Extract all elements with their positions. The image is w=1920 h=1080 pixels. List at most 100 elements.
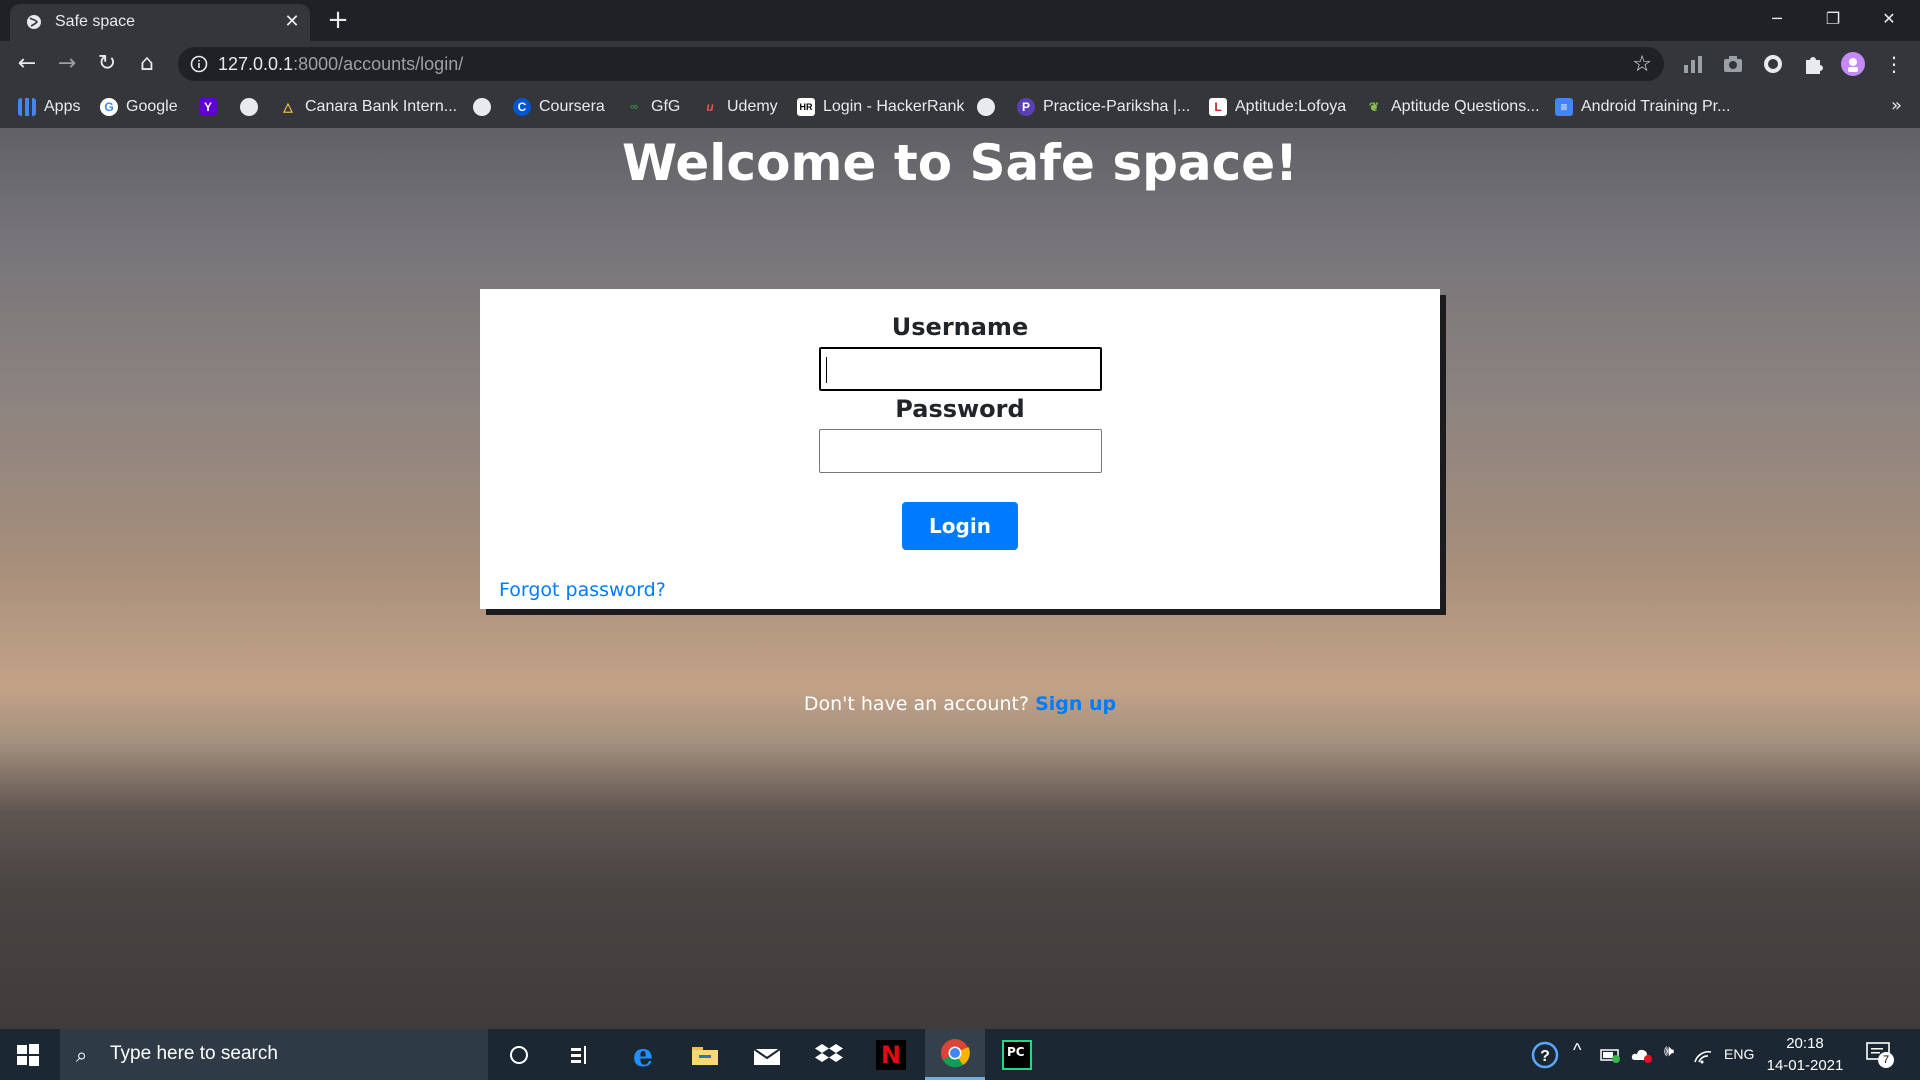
signup-prompt: Don't have an account? Sign up xyxy=(0,693,1920,715)
reload-button[interactable]: ↻ xyxy=(91,48,123,80)
mail-icon[interactable] xyxy=(738,1029,796,1080)
back-button[interactable]: ← xyxy=(11,48,43,80)
new-tab-button[interactable]: + xyxy=(325,7,351,34)
username-input[interactable] xyxy=(819,347,1102,391)
wifi-icon[interactable] xyxy=(1693,1046,1713,1064)
search-placeholder: Type here to search xyxy=(110,1043,278,1064)
menu-kebab-icon[interactable]: ⋮ xyxy=(1878,48,1910,80)
bookmark-lofoya[interactable]: L Aptitude:Lofoya xyxy=(1209,95,1346,119)
address-bar[interactable]: 127.0.0.1:8000/accounts/login/ ☆ xyxy=(178,47,1664,81)
username-label: Username xyxy=(891,313,1029,341)
record-extension-icon[interactable] xyxy=(1760,51,1786,77)
info-icon[interactable] xyxy=(190,55,208,73)
chrome-icon[interactable] xyxy=(925,1029,985,1080)
bookmark-yahoo[interactable]: Y xyxy=(199,95,225,119)
url-path: :8000/accounts/login/ xyxy=(293,54,464,74)
login-button[interactable]: Login xyxy=(902,502,1018,550)
yahoo-icon: Y xyxy=(199,98,217,116)
google-icon: G xyxy=(100,98,118,116)
globe-icon xyxy=(27,15,41,29)
dropbox-icon[interactable] xyxy=(800,1029,858,1080)
bookmark-label: Udemy xyxy=(727,98,778,115)
language-indicator[interactable]: ENG xyxy=(1724,1046,1754,1062)
chevron-up-icon[interactable]: ^ xyxy=(1573,1040,1581,1061)
bookmark-label: Coursera xyxy=(539,98,605,115)
bookmark-pariksha[interactable]: P Practice-Pariksha |... xyxy=(1017,95,1190,119)
clock[interactable]: 20:18 14-01-2021 xyxy=(1765,1033,1845,1077)
clock-date: 14-01-2021 xyxy=(1766,1057,1844,1074)
password-label: Password xyxy=(895,395,1025,423)
apps-grid-icon xyxy=(18,98,36,116)
more-bookmarks-button[interactable]: » xyxy=(1891,95,1902,116)
bookmark-gfg[interactable]: ∞ GfG xyxy=(625,95,680,119)
edge-icon[interactable]: e xyxy=(614,1029,672,1080)
globe-icon xyxy=(977,98,995,116)
battery-icon[interactable] xyxy=(1600,1046,1622,1064)
taskbar-search[interactable]: ⌕ Type here to search xyxy=(60,1029,488,1080)
url-host: 127.0.0.1 xyxy=(218,54,294,74)
bookmark-label: GfG xyxy=(651,98,681,115)
page-title: Welcome to Safe space! xyxy=(622,134,1298,192)
bookmark-globe[interactable] xyxy=(977,95,1003,119)
globe-icon xyxy=(240,98,258,116)
camera-icon[interactable] xyxy=(1720,51,1746,77)
bookmark-label: Practice-Pariksha |... xyxy=(1043,98,1191,115)
netflix-icon[interactable]: N xyxy=(862,1029,920,1080)
signup-link[interactable]: Sign up xyxy=(1035,693,1116,715)
pariksha-icon: P xyxy=(1017,98,1035,116)
task-view-icon[interactable] xyxy=(551,1029,609,1080)
bookmark-aptitude-questions[interactable]: ❦ Aptitude Questions... xyxy=(1365,95,1540,119)
password-input[interactable] xyxy=(819,429,1102,473)
url-text: 127.0.0.1:8000/accounts/login/ xyxy=(218,54,463,75)
text-caret xyxy=(826,357,827,383)
bookmark-android-training[interactable]: ≡ Android Training Pr... xyxy=(1555,95,1730,119)
browser-toolbar: ← → ↻ ⌂ 127.0.0.1:8000/accounts/login/ ☆… xyxy=(0,41,1920,87)
bookmark-label: Apps xyxy=(44,98,81,115)
docs-icon: ≡ xyxy=(1555,98,1573,116)
bookmark-globe[interactable] xyxy=(240,95,266,119)
lofoya-icon: L xyxy=(1209,98,1227,116)
bookmark-label: Google xyxy=(126,98,178,115)
file-explorer-icon[interactable] xyxy=(676,1029,734,1080)
restore-button[interactable]: ❐ xyxy=(1810,4,1856,34)
bookmark-apps[interactable]: Apps xyxy=(18,95,80,119)
bookmark-globe[interactable] xyxy=(473,95,499,119)
home-button[interactable]: ⌂ xyxy=(131,48,163,80)
bookmark-hackerrank[interactable]: HR Login - HackerRank xyxy=(797,95,964,119)
bookmark-google[interactable]: G Google xyxy=(100,95,178,119)
signup-text: Don't have an account? xyxy=(803,693,1030,715)
bookmark-coursera[interactable]: C Coursera xyxy=(513,95,605,119)
coursera-icon: C xyxy=(513,98,531,116)
bookmark-label: Aptitude Questions... xyxy=(1391,98,1540,115)
close-window-button[interactable]: ✕ xyxy=(1866,4,1912,34)
forward-button[interactable]: → xyxy=(51,48,83,80)
bookmark-canara[interactable]: △ Canara Bank Intern... xyxy=(279,95,457,119)
login-card: Username Password Login Forgot password? xyxy=(480,289,1440,609)
forgot-password-link[interactable]: Forgot password? xyxy=(499,579,666,601)
extensions-puzzle-icon[interactable] xyxy=(1800,51,1826,77)
volume-icon[interactable]: 🕪 xyxy=(1664,1043,1674,1061)
globe-icon xyxy=(473,98,491,116)
profile-avatar[interactable] xyxy=(1840,51,1866,77)
browser-tab-strip: Safe space ✕ + ─ ❐ ✕ xyxy=(0,0,1920,41)
clock-time: 20:18 xyxy=(1786,1035,1824,1052)
windows-start-icon[interactable] xyxy=(16,1043,40,1067)
close-tab-icon[interactable]: ✕ xyxy=(282,12,302,32)
udemy-icon: u xyxy=(706,100,714,114)
hackerrank-icon: HR xyxy=(797,98,815,116)
bookmark-label: Canara Bank Intern... xyxy=(305,98,458,115)
onedrive-icon[interactable] xyxy=(1630,1046,1654,1064)
canara-icon: △ xyxy=(283,100,293,114)
extension-chart-icon[interactable] xyxy=(1680,51,1706,77)
bookmark-label: Aptitude:Lofoya xyxy=(1235,98,1347,115)
bookmark-udemy[interactable]: u Udemy xyxy=(701,95,778,119)
help-icon[interactable]: ? xyxy=(1531,1041,1559,1069)
svg-text:?: ? xyxy=(1540,1048,1550,1065)
pycharm-icon[interactable]: PC xyxy=(988,1029,1046,1080)
browser-tab[interactable]: Safe space ✕ xyxy=(10,4,310,41)
minimize-button[interactable]: ─ xyxy=(1754,4,1800,34)
cortana-icon[interactable] xyxy=(490,1029,548,1080)
taskbar: ⌕ Type here to search e N PC ? ^ 🕪 ENG 2… xyxy=(0,1029,1920,1080)
action-center-button[interactable]: 7 xyxy=(1866,1042,1894,1068)
bookmark-star-icon[interactable]: ☆ xyxy=(1632,52,1652,77)
